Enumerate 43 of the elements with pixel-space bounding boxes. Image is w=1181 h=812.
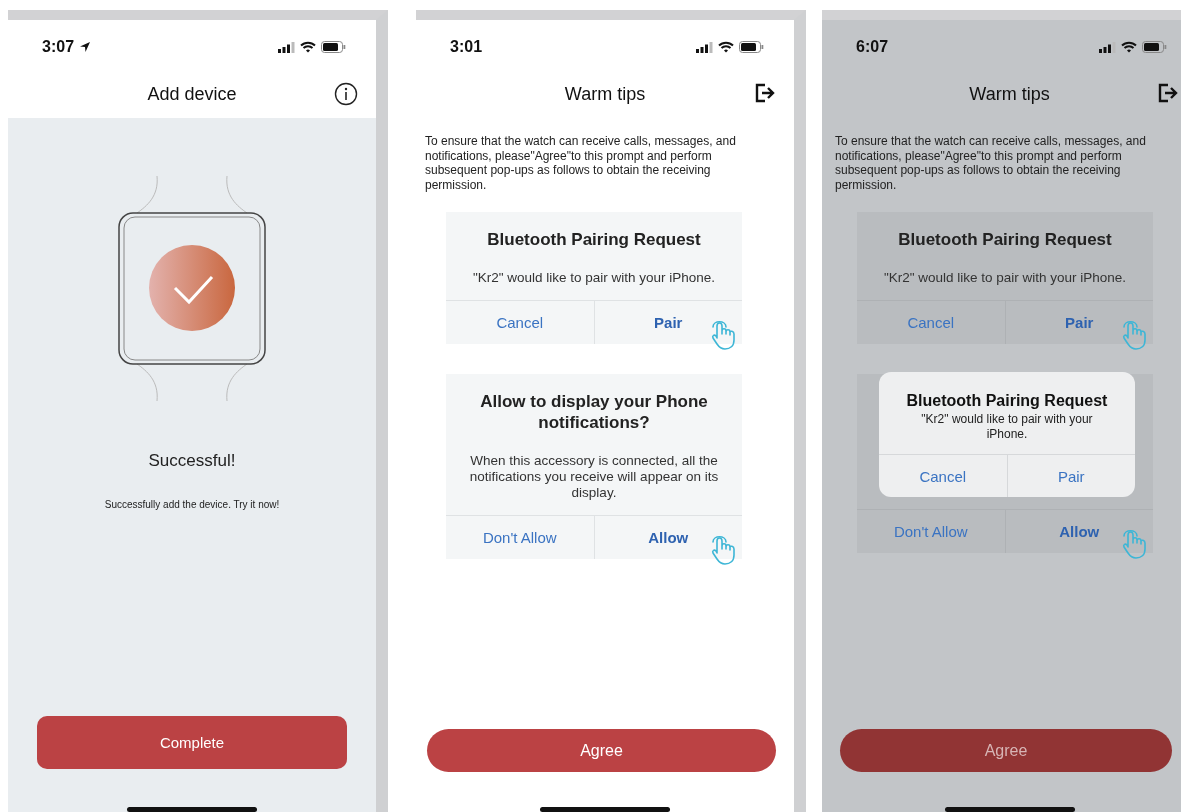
agree-button[interactable]: Agree: [840, 729, 1172, 772]
wifi-icon: [1121, 41, 1137, 53]
success-message: Successfully add the device. Try it now!: [103, 499, 281, 510]
intro-text: To ensure that the watch can receive calls, messages, and notifications, please"Agree"to this prompt and perform subsequent pop-ups as follows to obtain the receiving permission.: [424, 133, 737, 192]
prompt-button[interactable]: Pair: [1004, 301, 1153, 344]
status-time: 3:01: [450, 38, 483, 56]
battery-icon: [321, 41, 346, 53]
prompt-button[interactable]: Allow: [1004, 510, 1153, 553]
signal-icon: [1099, 41, 1116, 53]
prompt-message: "Kr2" would like to pair with your iPhone.: [882, 269, 1128, 287]
signal-icon: [696, 41, 713, 53]
alert-title: Bluetooth Pairing Request: [905, 391, 1109, 410]
status-time: 6:07: [856, 38, 889, 56]
prompt-button[interactable]: Allow: [593, 516, 742, 559]
wifi-icon: [300, 41, 316, 53]
signal-icon: [278, 41, 295, 53]
prompt-message: When this accessory is connected, all the notifications you receive will appear on its display.: [468, 452, 720, 502]
prompt-button[interactable]: Don't Allow: [857, 510, 1005, 553]
prompt-button[interactable]: Cancel: [857, 301, 1005, 344]
agree-button[interactable]: Agree: [427, 729, 776, 772]
alert-button[interactable]: Pair: [1006, 455, 1135, 497]
screen-title: Add device: [147, 83, 237, 105]
prompt-title: Bluetooth Pairing Request: [897, 229, 1113, 250]
alert-message: "Kr2" would like to pair with your iPhone.: [920, 411, 1094, 443]
prompt-message: "Kr2" would like to pair with your iPhone.: [471, 269, 717, 287]
prompt-button[interactable]: Pair: [593, 301, 742, 344]
prompt-title: Bluetooth Pairing Request: [486, 229, 702, 250]
alert-button[interactable]: Cancel: [879, 455, 1007, 497]
battery-icon: [739, 41, 764, 53]
prompt-button[interactable]: Don't Allow: [446, 516, 594, 559]
exit-icon[interactable]: [754, 82, 776, 104]
status-time: 3:07: [42, 38, 75, 56]
prompt-button[interactable]: Cancel: [446, 301, 594, 344]
exit-icon[interactable]: [1157, 82, 1179, 104]
intro-text: To ensure that the watch can receive calls, messages, and notifications, please"Agree"to this prompt and perform subsequent pop-ups as follows to obtain the receiving permission.: [834, 133, 1147, 192]
prompt-title: Allow to display your Phone notifications?: [479, 391, 709, 433]
info-icon[interactable]: [334, 82, 358, 106]
screen-title: Warm tips: [564, 83, 646, 105]
complete-button[interactable]: Complete: [37, 716, 347, 769]
success-heading: Successful!: [147, 451, 237, 471]
wifi-icon: [718, 41, 734, 53]
battery-icon: [1142, 41, 1167, 53]
screen-title: Warm tips: [969, 83, 1050, 105]
